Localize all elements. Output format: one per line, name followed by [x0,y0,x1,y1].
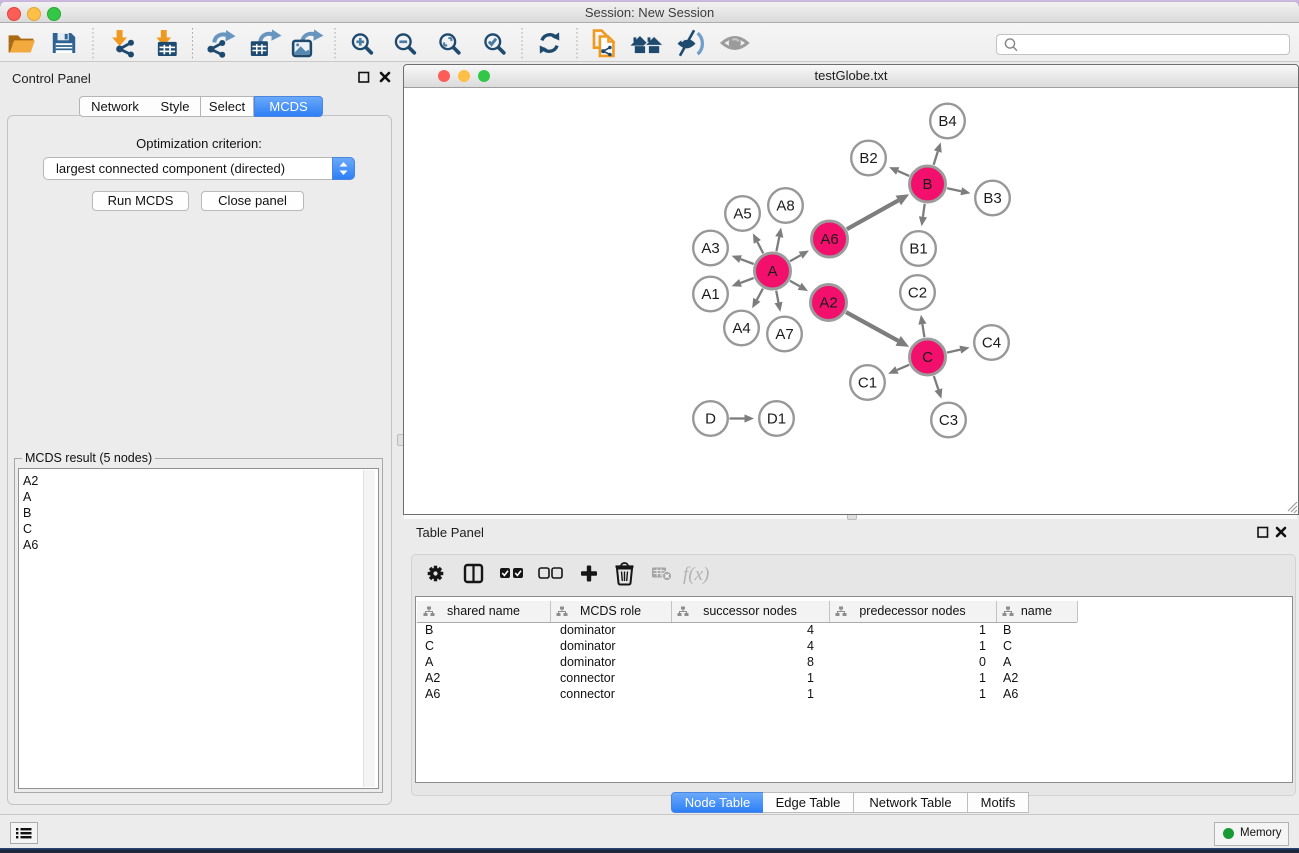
svg-text:A8: A8 [776,198,794,215]
svg-text:A3: A3 [701,240,719,257]
svg-text:C1: C1 [857,375,876,392]
svg-text:A2: A2 [819,295,837,312]
svg-text:D1: D1 [766,411,785,428]
svg-text:D: D [705,411,716,428]
svg-text:C4: C4 [981,335,1000,352]
svg-text:B: B [922,176,932,193]
svg-text:C2: C2 [907,285,926,302]
svg-text:A: A [767,263,777,280]
svg-text:A7: A7 [775,326,793,343]
svg-text:A5: A5 [733,206,751,223]
svg-text:B2: B2 [859,150,877,167]
svg-text:B3: B3 [983,190,1001,207]
svg-text:C3: C3 [938,412,957,429]
svg-text:A1: A1 [701,286,719,303]
svg-text:B1: B1 [909,241,927,258]
svg-text:B4: B4 [938,113,956,130]
svg-text:A4: A4 [732,320,750,337]
svg-text:f(x): f(x) [683,564,709,585]
svg-text:A6: A6 [820,231,838,248]
svg-text:C: C [922,349,933,366]
